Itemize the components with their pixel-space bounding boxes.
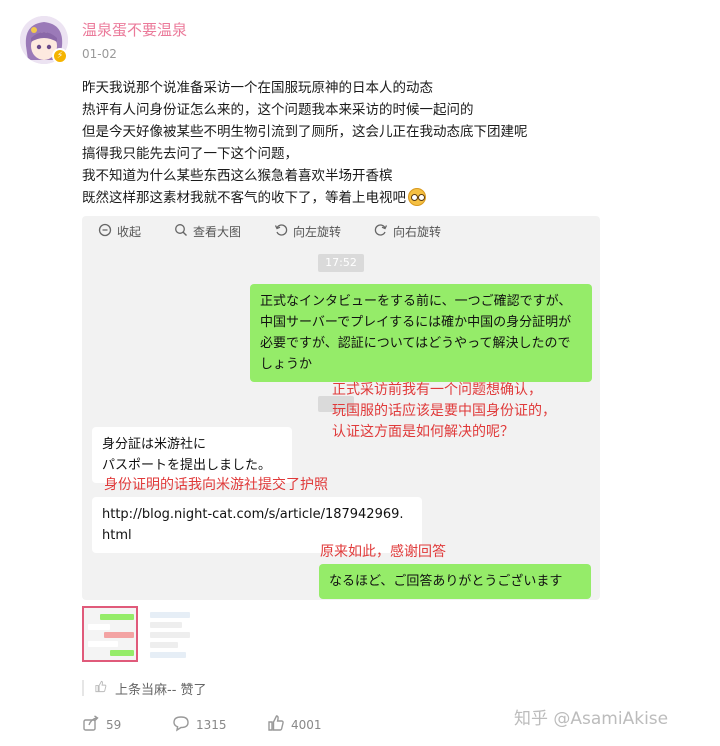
message-line: 身分証は米游社に bbox=[102, 437, 207, 452]
author-name[interactable]: 温泉蛋不要温泉 bbox=[82, 19, 187, 40]
post-line: 昨天我说那个说准备采访一个在国服玩原神的日本人的动态 bbox=[82, 80, 433, 96]
annotation-line: 正式采访前我有一个问题想确认， bbox=[332, 382, 542, 398]
rotate-right-label: 向右旋转 bbox=[393, 225, 442, 239]
rotate-right-icon bbox=[374, 223, 388, 240]
collapse-icon bbox=[98, 223, 112, 240]
likes-summary: 上条当麻-- 赞了 bbox=[82, 679, 207, 698]
comment-icon bbox=[172, 714, 190, 735]
watermark: 知乎 @AsamiAkise bbox=[514, 709, 669, 729]
thumbnail-2[interactable] bbox=[144, 606, 200, 662]
search-icon bbox=[174, 223, 188, 240]
message-line: パスポートを提出しました。 bbox=[102, 458, 272, 473]
post-line: 但是今天好像被某些不明生物引流到了厕所，这会儿正在我动态底下团建呢 bbox=[82, 124, 528, 140]
thumbs-up-icon bbox=[94, 680, 107, 697]
rotate-right-button[interactable]: 向右旋转 bbox=[374, 223, 441, 240]
comment-count: 1315 bbox=[196, 717, 227, 732]
thumbs-up-icon bbox=[267, 714, 285, 735]
post-line: 搞得我只能先去问了一下这个问题， bbox=[82, 146, 298, 162]
chat-message-outgoing: なるほど、ご回答ありがとうございます bbox=[319, 564, 591, 599]
post-date: 01-02 bbox=[82, 47, 117, 61]
lightning-badge-icon: ⚡ bbox=[52, 48, 68, 64]
rotate-left-icon bbox=[274, 223, 288, 240]
sticker-emoji-icon bbox=[408, 188, 426, 206]
post-line: 热评有人问身份证怎么来的，这个问题我本来采访的时候一起问的 bbox=[82, 102, 474, 118]
rotate-left-button[interactable]: 向左旋转 bbox=[274, 223, 341, 240]
repost-count: 59 bbox=[106, 717, 122, 732]
viewer-toolbar: 收起 查看大图 向左旋转 向右旋转 bbox=[82, 216, 600, 248]
annotation-note: 身份证明的话我向米游社提交了护照 bbox=[104, 477, 328, 493]
post-line-last: 既然这样那这素材我就不客气的收下了，等着上电视吧 bbox=[82, 187, 642, 209]
view-large-button[interactable]: 查看大图 bbox=[174, 223, 241, 240]
action-bar: 59 1315 4001 bbox=[82, 714, 357, 735]
annotation-line: 玩国服的话应该是要中国身份证的， bbox=[332, 403, 556, 419]
collapse-label: 收起 bbox=[117, 225, 142, 239]
repost-button[interactable]: 59 bbox=[82, 714, 172, 735]
repost-icon bbox=[82, 714, 100, 735]
view-large-label: 查看大图 bbox=[193, 225, 242, 239]
like-count: 4001 bbox=[291, 717, 322, 732]
likes-text[interactable]: 上条当麻-- 赞了 bbox=[115, 679, 207, 698]
image-viewer[interactable]: 收起 查看大图 向左旋转 向右旋转 17:52 正式なインタビューをする前に、一… bbox=[82, 216, 600, 600]
post-line: 我不知道为什么某些东西这么猴急着喜欢半场开香槟 bbox=[82, 168, 393, 184]
like-button[interactable]: 4001 bbox=[267, 714, 357, 735]
annotation-line: 认证这方面是如何解决的呢？ bbox=[332, 424, 514, 440]
post-line: 既然这样那这素材我就不客气的收下了，等着上电视吧 bbox=[82, 190, 406, 206]
chat-timestamp: 17:52 bbox=[318, 254, 364, 272]
collapse-button[interactable]: 收起 bbox=[98, 223, 141, 240]
comment-button[interactable]: 1315 bbox=[172, 714, 267, 735]
annotation-note: 正式采访前我有一个问题想确认， 玩国服的话应该是要中国身份证的， 认证这方面是如… bbox=[332, 380, 556, 443]
rotate-left-label: 向左旋转 bbox=[293, 225, 342, 239]
thumbnail-1[interactable] bbox=[82, 606, 138, 662]
chat-message-outgoing: 正式なインタビューをする前に、一つご確認ですが、中国サーバーでプレイするには確か… bbox=[250, 284, 592, 382]
annotation-note: 原来如此，感谢回答 bbox=[320, 544, 446, 560]
post-text: 昨天我说那个说准备采访一个在国服玩原神的日本人的动态 热评有人问身份证怎么来的，… bbox=[82, 77, 642, 209]
message-line: http://blog.night-cat.com/s/article/1879… bbox=[102, 507, 404, 522]
